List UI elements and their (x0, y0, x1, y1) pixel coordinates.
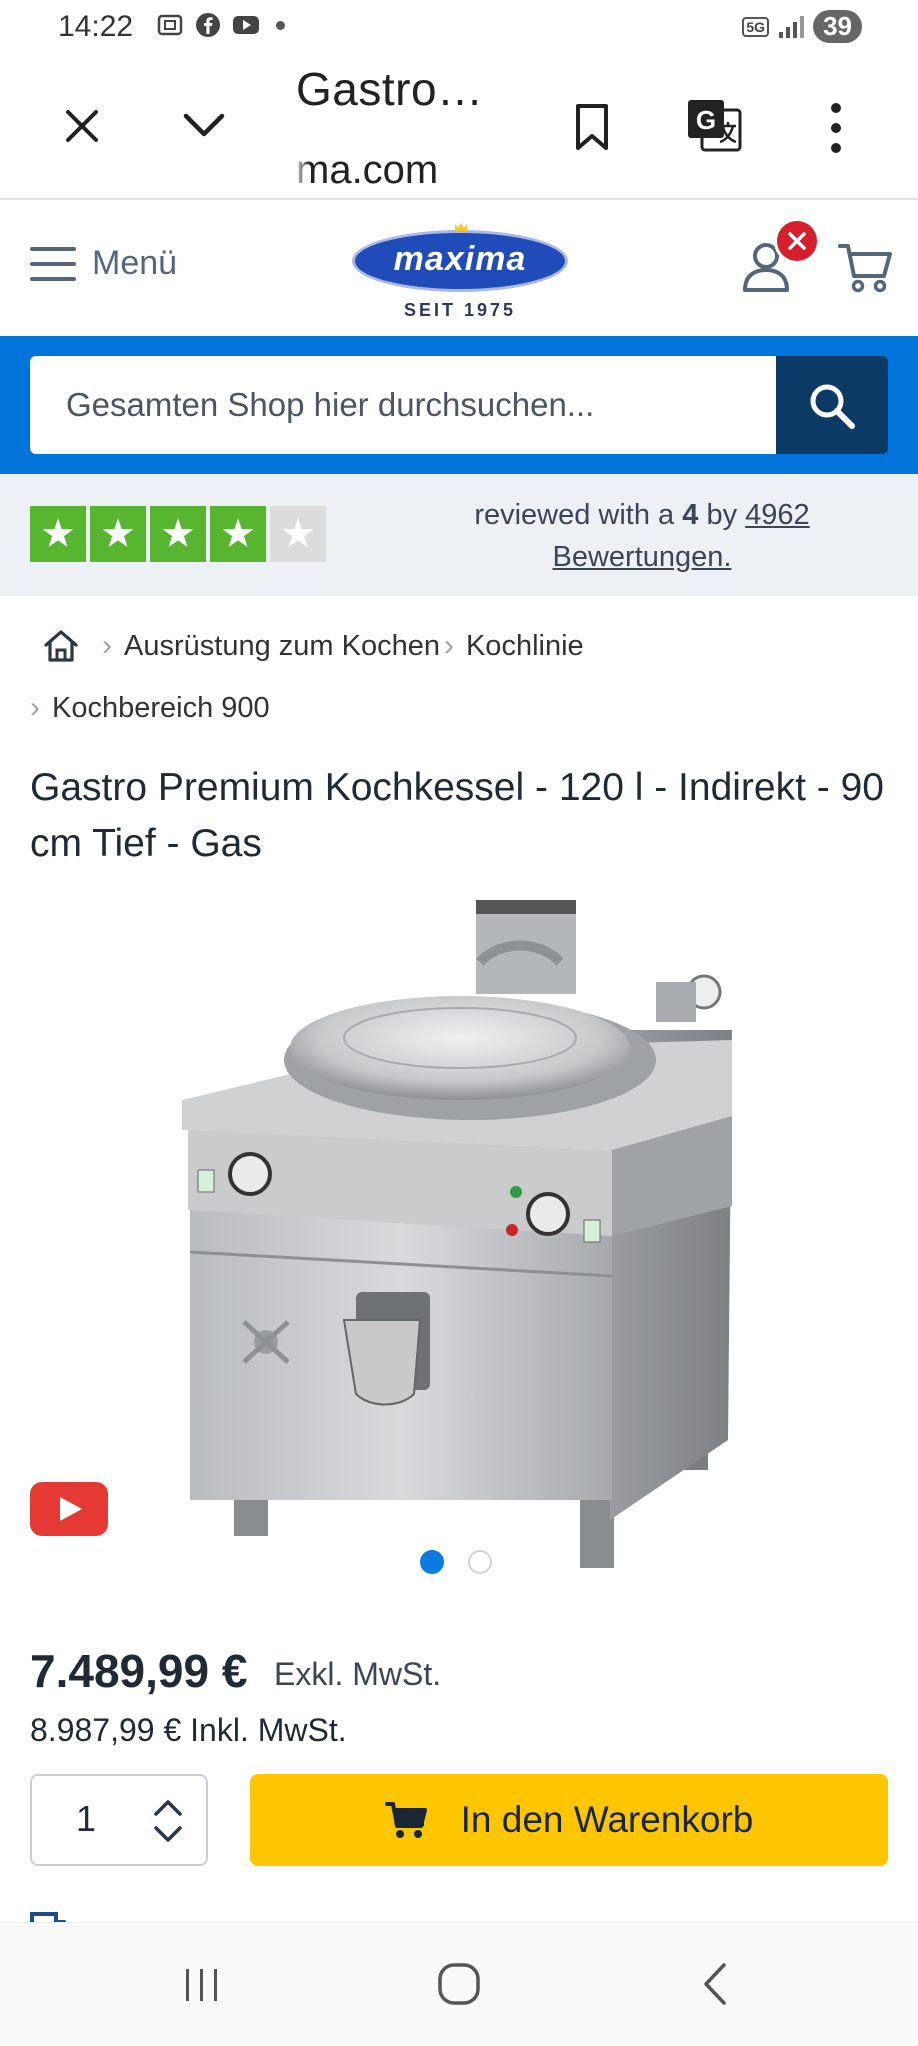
more-vert-icon[interactable] (826, 100, 846, 156)
review-count-label-link[interactable]: Bewertungen. (553, 541, 732, 573)
nav-home-icon[interactable] (436, 1961, 482, 2007)
breadcrumb-item[interactable]: Kochbereich 900 (52, 692, 270, 725)
cart-add-icon (384, 1802, 427, 1838)
breadcrumb-item[interactable]: Kochlinie (466, 630, 584, 663)
menu-label: Menü (92, 244, 178, 282)
nav-recents-icon[interactable] (182, 1963, 222, 2007)
logo-text: maxima (393, 240, 527, 278)
chevron-down-icon[interactable] (180, 106, 228, 146)
search-icon (810, 384, 855, 429)
crown-icon (455, 223, 467, 231)
gallery-dot[interactable] (420, 1550, 444, 1574)
breadcrumb: › Ausrüstung zum Kochen › Kochlinie › Ko… (30, 620, 900, 734)
status-bar: 14:22 5G 39 (0, 0, 918, 56)
star-icon: ★ (30, 506, 86, 562)
star-icon: ★ (90, 506, 146, 562)
star-icon: ★ (210, 506, 266, 562)
star-icon: ★ (150, 506, 206, 562)
review-rating: 4 (682, 499, 699, 531)
svg-text:G: G (696, 105, 716, 135)
hamburger-icon (30, 246, 76, 281)
signal-icon (779, 15, 805, 38)
price-gross-value: 8.987,99 € (30, 1712, 182, 1748)
status-time: 14:22 (58, 10, 134, 43)
more-notifications-dot (276, 20, 285, 30)
chevron-right-icon: › (443, 629, 454, 662)
review-count-link[interactable]: 4962 (745, 499, 810, 531)
menu-button[interactable]: Menü (30, 244, 177, 283)
gallery-dot[interactable] (468, 1550, 492, 1574)
star-icon: ★ (270, 506, 326, 562)
search-bar (0, 336, 918, 474)
search-button[interactable] (776, 356, 888, 454)
close-icon[interactable] (60, 104, 104, 148)
battery-indicator: 39 (813, 10, 862, 43)
review-summary: reviewed with a 4 by 4962 Bewertungen. (412, 494, 872, 578)
price-net-label: Exkl. MwSt. (274, 1656, 442, 1692)
breadcrumb-item[interactable]: Ausrüstung zum Kochen (124, 630, 440, 663)
network-label: 5G (742, 16, 770, 37)
add-to-cart-label: In den Warenkorb (460, 1799, 754, 1840)
site-logo[interactable]: maxima SEIT 1975 (350, 216, 570, 320)
logout-badge[interactable] (774, 218, 820, 264)
product-gallery[interactable] (0, 880, 918, 1610)
chevron-right-icon: › (102, 629, 112, 662)
browser-toolbar: Gastro… ma.com G (0, 56, 918, 200)
page-url[interactable]: ma.com (291, 148, 438, 194)
translate-icon[interactable]: G (686, 96, 744, 154)
cart-icon[interactable] (838, 240, 894, 294)
nav-back-icon[interactable] (700, 1961, 730, 2007)
close-badge-icon (788, 232, 806, 250)
youtube-icon[interactable] (30, 1482, 108, 1536)
logo-subtitle: SEIT 1975 (403, 300, 517, 320)
price-gross-label: Inkl. MwSt. (190, 1712, 347, 1748)
screenshot-icon (157, 14, 183, 36)
price-gross: 8.987,99 € Inkl. MwSt. (30, 1712, 347, 1749)
gallery-pagination (420, 1550, 492, 1574)
notification-icons (156, 12, 285, 38)
site-header: Menü maxima SEIT 1975 (0, 200, 918, 336)
product-title: Gastro Premium Kochkessel - 120 l - Indi… (30, 766, 884, 865)
review-prefix: reviewed with a (474, 499, 675, 531)
chevron-right-icon: › (30, 691, 40, 724)
search-input[interactable] (30, 356, 776, 454)
facebook-icon (196, 13, 220, 37)
price-net: 7.489,99 € (30, 1645, 248, 1697)
add-to-cart-button[interactable]: In den Warenkorb (250, 1774, 888, 1866)
quantity-value[interactable]: 1 (76, 1798, 96, 1840)
star-rating[interactable]: ★ ★ ★ ★ ★ (30, 506, 326, 562)
bookmark-icon[interactable] (572, 102, 612, 152)
system-nav-bar (0, 1922, 918, 2046)
product-image[interactable] (0, 880, 918, 1610)
review-banner: ★ ★ ★ ★ ★ reviewed with a 4 by 4962 Bewertun… (0, 474, 918, 596)
home-icon[interactable] (42, 628, 80, 664)
youtube-status-icon (233, 16, 259, 34)
review-by: by (706, 499, 738, 531)
page-title: Gastro… (296, 63, 484, 115)
quantity-stepper[interactable]: 1 (30, 1774, 208, 1866)
status-right: 5G 39 (742, 10, 862, 43)
stepper-icon[interactable] (148, 1792, 188, 1850)
